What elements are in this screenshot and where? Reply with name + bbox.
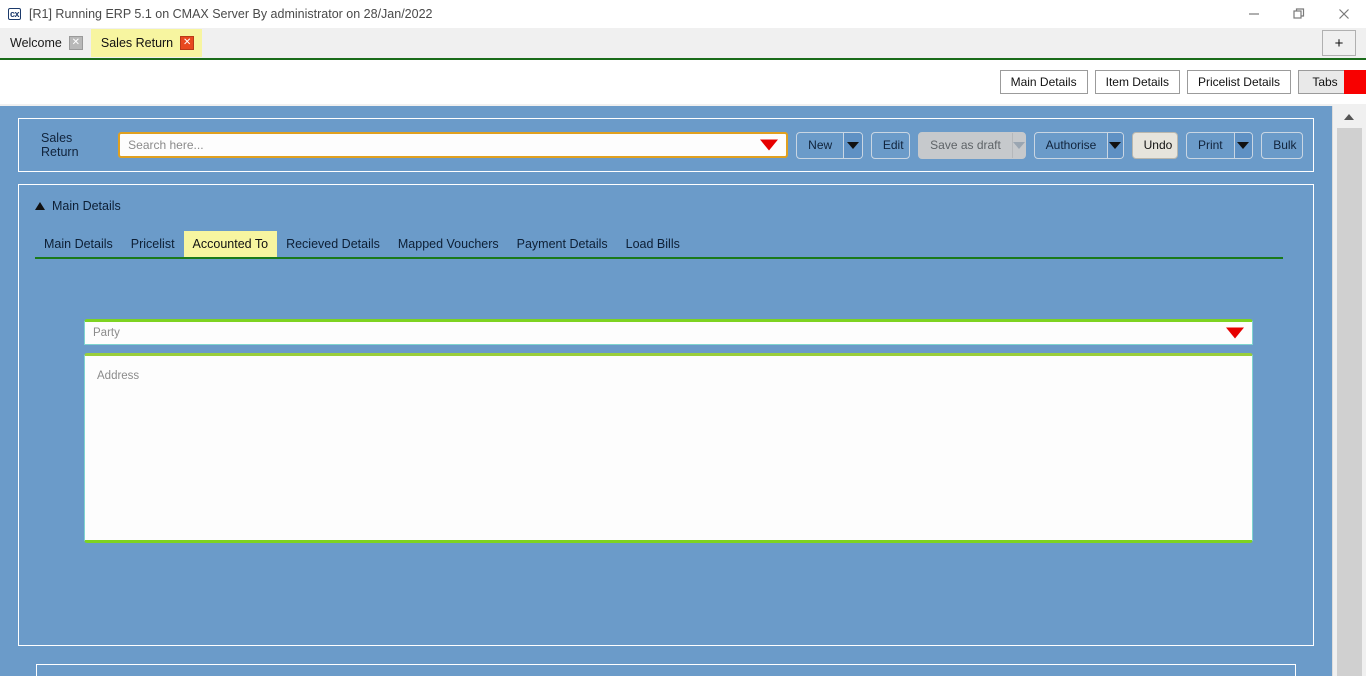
tabs-button-wrapper: Tabs bbox=[1298, 70, 1366, 94]
new-tab-wrapper: + bbox=[1322, 30, 1356, 56]
party-placeholder: Party bbox=[93, 327, 120, 339]
section-title: Main Details bbox=[52, 199, 121, 213]
print-dropdown-icon[interactable] bbox=[1233, 132, 1253, 158]
subtab-load-bills[interactable]: Load Bills bbox=[617, 231, 689, 257]
subtab-accounted-to[interactable]: Accounted To bbox=[183, 231, 278, 257]
window-title: [R1] Running ERP 5.1 on CMAX Server By a… bbox=[29, 7, 433, 21]
section-switch-bar: Main Details Item Details Pricelist Deta… bbox=[0, 60, 1366, 104]
authorise-button-label: Authorise bbox=[1045, 138, 1097, 152]
edit-button-label: Edit bbox=[882, 138, 904, 152]
bulk-button-label: Bulk bbox=[1273, 138, 1297, 152]
subtab-main-details[interactable]: Main Details bbox=[35, 231, 122, 257]
undo-button[interactable]: Undo bbox=[1131, 131, 1178, 159]
authorise-button[interactable]: Authorise bbox=[1033, 131, 1124, 159]
search-input[interactable]: Search here... bbox=[118, 132, 789, 158]
search-dropdown-icon[interactable] bbox=[760, 139, 779, 151]
subtab-pricelist[interactable]: Pricelist bbox=[122, 231, 184, 257]
close-tab-icon[interactable]: ✕ bbox=[68, 36, 83, 50]
party-input[interactable]: Party bbox=[84, 319, 1253, 345]
subtab-recieved-details[interactable]: Recieved Details bbox=[277, 231, 389, 257]
new-dropdown-icon[interactable] bbox=[843, 132, 862, 158]
authorise-dropdown-icon[interactable] bbox=[1107, 132, 1123, 158]
title-bar: cx [R1] Running ERP 5.1 on CMAX Server B… bbox=[0, 0, 1366, 28]
section-button-main-details[interactable]: Main Details bbox=[999, 70, 1088, 94]
party-dropdown-icon[interactable] bbox=[1225, 327, 1244, 339]
edit-button[interactable]: Edit bbox=[870, 131, 911, 159]
document-tab-welcome[interactable]: Welcome ✕ bbox=[0, 29, 91, 57]
window-controls bbox=[1231, 0, 1366, 28]
document-tab-sales-return[interactable]: Sales Return ✕ bbox=[90, 29, 203, 57]
save-as-draft-button: Save as draft bbox=[918, 131, 1026, 159]
scrollbar-thumb[interactable] bbox=[1336, 128, 1362, 676]
work-area-content: Sales Return Search here... New Edit Sav… bbox=[0, 106, 1332, 676]
document-tab-bar: Welcome ✕ Sales Return ✕ + bbox=[0, 28, 1366, 60]
scroll-up-arrow-icon[interactable] bbox=[1332, 106, 1366, 128]
main-details-section-header[interactable]: Main Details bbox=[19, 185, 1313, 213]
close-tab-icon[interactable]: ✕ bbox=[180, 36, 195, 50]
action-toolbar: Sales Return Search here... New Edit Sav… bbox=[29, 131, 1303, 159]
secondary-panel bbox=[36, 664, 1296, 676]
address-textarea[interactable]: Address bbox=[84, 353, 1253, 543]
section-button-item-details[interactable]: Item Details bbox=[1094, 70, 1180, 94]
undo-button-label: Undo bbox=[1143, 138, 1173, 152]
work-area: Sales Return Search here... New Edit Sav… bbox=[0, 106, 1366, 676]
collapse-triangle-icon[interactable] bbox=[35, 202, 45, 210]
app-logo-icon: cx bbox=[8, 8, 22, 20]
save-as-draft-dropdown-icon bbox=[1011, 132, 1025, 158]
module-label: Sales Return bbox=[41, 131, 79, 159]
bulk-button[interactable]: Bulk bbox=[1261, 131, 1303, 159]
print-button-label: Print bbox=[1197, 138, 1223, 152]
new-tab-button[interactable]: + bbox=[1322, 30, 1356, 56]
subtab-mapped-vouchers[interactable]: Mapped Vouchers bbox=[389, 231, 508, 257]
main-details-panel: Main Details Main Details Pricelist Acco… bbox=[18, 184, 1314, 646]
section-button-pricelist-details[interactable]: Pricelist Details bbox=[1186, 70, 1291, 94]
print-button[interactable]: Print bbox=[1185, 131, 1254, 159]
close-icon[interactable] bbox=[1321, 0, 1366, 28]
vertical-scrollbar[interactable] bbox=[1331, 106, 1366, 676]
document-tab-label: Sales Return bbox=[100, 36, 174, 50]
restore-icon[interactable] bbox=[1276, 0, 1321, 28]
subtab-payment-details[interactable]: Payment Details bbox=[508, 231, 617, 257]
detail-subtab-strip: Main Details Pricelist Accounted To Reci… bbox=[35, 231, 1283, 259]
save-as-draft-label: Save as draft bbox=[930, 138, 1001, 152]
address-placeholder: Address bbox=[97, 370, 140, 382]
scrollbar-track[interactable] bbox=[1332, 128, 1366, 676]
tabs-red-marker bbox=[1344, 70, 1366, 94]
document-tab-label: Welcome bbox=[10, 36, 62, 50]
new-button-label: New bbox=[808, 138, 833, 152]
minimize-icon[interactable] bbox=[1231, 0, 1276, 28]
action-toolbar-panel: Sales Return Search here... New Edit Sav… bbox=[18, 118, 1314, 172]
search-placeholder: Search here... bbox=[128, 138, 204, 152]
new-button[interactable]: New bbox=[796, 131, 863, 159]
accounted-to-form: Party Address bbox=[19, 259, 1313, 543]
